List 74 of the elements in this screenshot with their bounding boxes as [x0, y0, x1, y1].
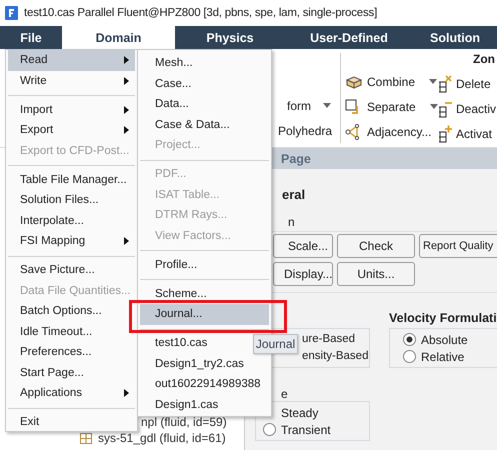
- radio-label[interactable]: ensity-Based: [302, 349, 369, 364]
- group-title: Zon: [473, 52, 495, 67]
- menu-item[interactable]: Export: [8, 120, 135, 140]
- cube-icon: [345, 74, 363, 90]
- grid-plus-icon: [439, 124, 453, 142]
- radio-button[interactable]: [403, 333, 416, 346]
- menu-item[interactable]: Solution Files...: [8, 190, 135, 210]
- tree-item[interactable]: sys-51_gdl (fluid, id=61): [0, 430, 244, 446]
- caret-icon: [429, 79, 438, 84]
- menu-item[interactable]: Start Page...: [8, 362, 135, 383]
- menu-item[interactable]: Batch Options...: [8, 301, 135, 322]
- ribbon-tab[interactable]: Solution: [413, 26, 497, 49]
- caret-icon: [323, 103, 331, 108]
- window-title: test10.cas Parallel Fluent@HPZ800 [3d, pbns, spe, lam, single-process]: [24, 7, 378, 19]
- menu-item[interactable]: Design1_try2.cas: [140, 354, 269, 374]
- ribbon-button[interactable]: form: [287, 97, 331, 114]
- ribbon-button[interactable]: Deactiv: [439, 100, 497, 117]
- menu-item[interactable]: Save Picture...: [8, 260, 135, 280]
- menu-item[interactable]: Scheme...: [140, 284, 269, 304]
- submenu-arrow-icon: [124, 126, 129, 134]
- radio-label[interactable]: Transient: [281, 422, 331, 436]
- menu-item[interactable]: Profile...: [140, 254, 269, 275]
- menu-item[interactable]: out16022914989388: [140, 374, 269, 394]
- submenu-arrow-icon: [124, 389, 129, 398]
- menu-item[interactable]: Journal...: [140, 304, 269, 324]
- menu-item[interactable]: Applications: [8, 383, 135, 404]
- grid-minus-icon: [439, 100, 453, 118]
- group-title: Velocity Formulati: [389, 310, 497, 327]
- ribbon-tab[interactable]: User-Defined: [285, 26, 413, 49]
- ribbon-button[interactable]: Activat: [439, 125, 497, 142]
- grid-cross-icon: [439, 74, 453, 92]
- submenu-arrow-icon: [124, 106, 129, 114]
- tooltip: Journal: [253, 334, 298, 354]
- menu-item[interactable]: Data...: [140, 94, 269, 114]
- menu-item[interactable]: Interpolate...: [8, 210, 135, 231]
- ribbon-button[interactable]: Delete: [439, 75, 497, 92]
- radio-label[interactable]: Absolute: [421, 332, 468, 346]
- group-label: e: [281, 387, 289, 401]
- menu-item[interactable]: Design1.cas: [140, 394, 269, 415]
- menu-item[interactable]: Mesh...: [140, 53, 269, 74]
- task-button[interactable]: Units...: [337, 262, 415, 286]
- menu-item[interactable]: Write: [8, 70, 135, 91]
- ribbon-button[interactable]: Combine: [345, 73, 439, 90]
- radio-button[interactable]: [403, 350, 416, 363]
- submenu-arrow-icon: [124, 56, 129, 64]
- task-button[interactable]: Check: [337, 234, 415, 258]
- menu-item[interactable]: Table File Manager...: [8, 170, 135, 190]
- task-button[interactable]: Report Quality: [419, 234, 497, 258]
- radio-label[interactable]: Relative: [421, 350, 464, 364]
- ribbon-tab[interactable]: Domain: [62, 26, 175, 49]
- menu-item[interactable]: Idle Timeout...: [8, 322, 135, 342]
- ribbon-button[interactable]: Separate: [345, 98, 439, 115]
- ribbon-tab[interactable]: Physics: [175, 26, 285, 49]
- task-button[interactable]: Scale...: [273, 234, 333, 258]
- group-label: n: [288, 215, 296, 229]
- menu-item[interactable]: Case...: [140, 74, 269, 94]
- menu-item[interactable]: Preferences...: [8, 342, 135, 362]
- section-title: eral: [282, 187, 306, 203]
- caret-icon: [430, 104, 438, 109]
- menu-item[interactable]: Case & Data...: [140, 114, 269, 135]
- menu-item[interactable]: Exit: [8, 412, 135, 432]
- app-icon: [5, 6, 18, 20]
- submenu-arrow-icon: [124, 76, 129, 85]
- ribbon-button[interactable]: Adjacency...: [345, 123, 439, 140]
- menu-item[interactable]: Import: [8, 100, 135, 120]
- submenu-arrow-icon: [124, 237, 129, 246]
- menu-item[interactable]: FSI Mapping: [8, 231, 135, 252]
- radio-button[interactable]: [263, 423, 276, 436]
- ribbon-tab[interactable]: File: [0, 26, 62, 49]
- ribbon-button[interactable]: Polyhedra: [278, 122, 332, 139]
- task-button[interactable]: Display...: [273, 262, 333, 286]
- radio-label[interactable]: ure-Based: [302, 332, 369, 347]
- radio-label[interactable]: Steady: [281, 406, 318, 420]
- menu-item[interactable]: Read: [8, 50, 135, 70]
